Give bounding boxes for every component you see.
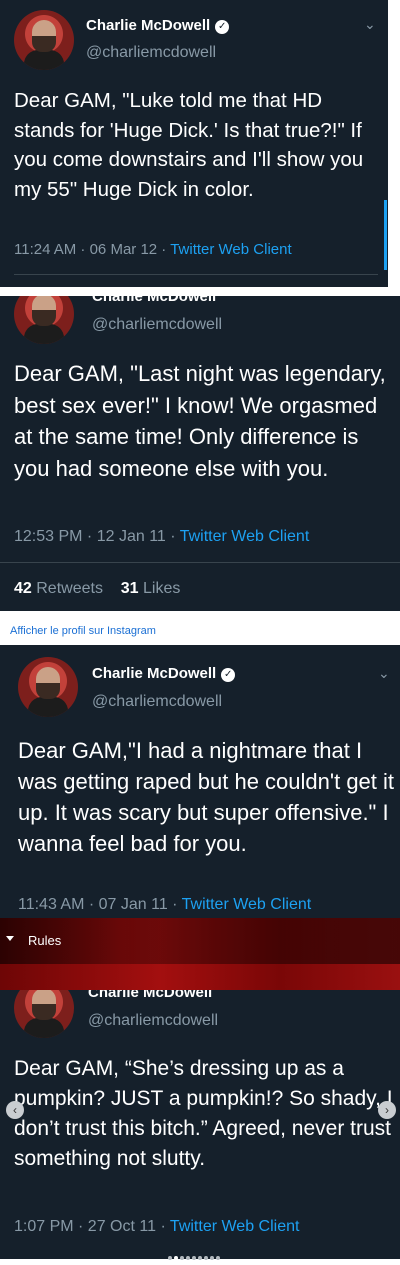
- carousel-dot[interactable]: [168, 1256, 172, 1260]
- handle[interactable]: @charliemcdowell: [92, 316, 222, 334]
- avatar[interactable]: [14, 10, 74, 70]
- retweets[interactable]: 42 Retweets: [14, 580, 103, 597]
- handle[interactable]: @charliemcdowell: [86, 44, 216, 62]
- carousel-dot[interactable]: [180, 1256, 184, 1260]
- divider: [0, 562, 400, 563]
- client-link[interactable]: Twitter Web Client: [180, 528, 310, 545]
- verified-badge-icon: ✓: [215, 20, 230, 34]
- carousel-dot[interactable]: [204, 1256, 208, 1260]
- tweet-card-4[interactable]: Charlie McDowell @charliemcdowell Dear G…: [0, 990, 400, 1259]
- avatar[interactable]: [14, 296, 74, 344]
- tweet-card-2[interactable]: Charlie McDowell @charliemcdowell Dear G…: [0, 296, 400, 611]
- display-name[interactable]: Charlie McDowell ✓: [92, 665, 236, 682]
- carousel-dot[interactable]: [210, 1256, 214, 1260]
- client-link[interactable]: Twitter Web Client: [182, 896, 312, 913]
- tweet-text: Dear GAM, “She’s dressing up as a pumpki…: [14, 1057, 393, 1170]
- client-link[interactable]: Twitter Web Client: [170, 241, 291, 258]
- carousel-dot[interactable]: [216, 1256, 220, 1260]
- tweet-meta: 11:24 AM · 06 Mar 12 · Twitter Web Clien…: [14, 241, 292, 258]
- display-name-cut: Charlie McDowell: [92, 296, 217, 305]
- chevron-right-icon[interactable]: ›: [378, 1101, 396, 1119]
- tweet-card-1[interactable]: Charlie McDowell ✓ @charliemcdowell ⌄ Dea…: [0, 0, 388, 287]
- chevron-left-icon[interactable]: ‹: [6, 1101, 24, 1119]
- carousel-dot[interactable]: [192, 1256, 196, 1260]
- tweet-meta: 12:53 PM · 12 Jan 11 · Twitter Web Clien…: [14, 528, 310, 545]
- caret-down-icon[interactable]: [6, 936, 14, 941]
- client-link[interactable]: Twitter Web Client: [170, 1218, 300, 1235]
- display-name-cut: Charlie McDowell: [88, 990, 213, 1001]
- tweet-meta: 1:07 PM · 27 Oct 11 · Twitter Web Client: [14, 1218, 300, 1235]
- rules-label[interactable]: Rules: [28, 933, 61, 948]
- tweet-text: Dear GAM,"I had a nightmare that I was g…: [18, 738, 395, 856]
- carousel-dot[interactable]: [174, 1256, 178, 1260]
- handle[interactable]: @charliemcdowell: [88, 1012, 218, 1030]
- carousel-dot[interactable]: [198, 1256, 202, 1260]
- tweet-stats: 42 Retweets 31 Likes: [14, 580, 180, 598]
- instagram-profile-link[interactable]: Afficher le profil sur Instagram: [10, 625, 156, 637]
- avatar[interactable]: [18, 657, 78, 717]
- carousel-dot[interactable]: [186, 1256, 190, 1260]
- tweet-card-3[interactable]: Charlie McDowell ✓ @charliemcdowell ⌄ Dea…: [0, 645, 400, 920]
- chevron-down-icon[interactable]: ⌄: [378, 665, 390, 682]
- chevron-down-icon[interactable]: ⌄: [364, 16, 376, 33]
- tweet-text: Dear GAM, "Last night was legendary, bes…: [14, 361, 386, 481]
- scrollbar[interactable]: [384, 200, 387, 270]
- rules-header[interactable]: Rules: [0, 918, 400, 964]
- divider: [14, 274, 378, 275]
- rules-bar[interactable]: Rules: [0, 918, 400, 990]
- tweet-text: Dear GAM, "Luke told me that HD stands f…: [14, 89, 364, 201]
- carousel-dots[interactable]: [168, 1247, 222, 1260]
- avatar[interactable]: [14, 990, 74, 1038]
- verified-badge-icon: ✓: [221, 668, 236, 682]
- handle[interactable]: @charliemcdowell: [92, 693, 222, 711]
- likes[interactable]: 31 Likes: [121, 580, 181, 597]
- display-name[interactable]: Charlie McDowell ✓: [86, 17, 230, 34]
- tweet-meta: 11:43 AM · 07 Jan 11 · Twitter Web Clien…: [18, 896, 312, 913]
